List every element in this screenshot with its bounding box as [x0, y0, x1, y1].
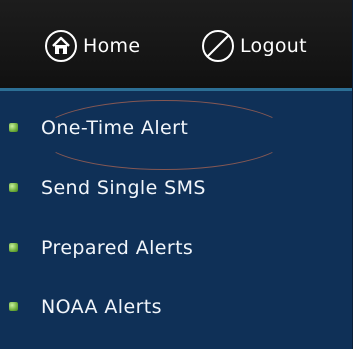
bullet-icon — [9, 123, 18, 132]
top-nav-bar: Home Logout — [0, 0, 352, 88]
logout-label: Logout — [240, 35, 307, 57]
menu-item-one-time-alert[interactable]: One-Time Alert — [0, 108, 352, 148]
logout-button[interactable]: Logout — [201, 27, 307, 65]
logout-icon — [202, 30, 234, 62]
menu-item-send-single-sms[interactable]: Send Single SMS — [0, 168, 352, 208]
menu-item-label: NOAA Alerts — [41, 296, 162, 318]
bullet-icon — [9, 302, 18, 311]
bullet-icon — [9, 243, 18, 252]
home-icon — [45, 30, 77, 62]
header-divider — [0, 88, 352, 91]
menu-item-label: Send Single SMS — [41, 177, 206, 199]
menu-item-label: One-Time Alert — [41, 117, 189, 139]
menu-item-noaa-alerts[interactable]: NOAA Alerts — [0, 287, 352, 327]
menu-item-label: Prepared Alerts — [41, 237, 194, 259]
menu-panel: Home Logout One-Time Alert Send Single S… — [0, 0, 353, 349]
bullet-icon — [9, 183, 18, 192]
menu-item-prepared-alerts[interactable]: Prepared Alerts — [0, 228, 352, 268]
home-button[interactable]: Home — [44, 27, 140, 65]
home-label: Home — [83, 35, 141, 57]
